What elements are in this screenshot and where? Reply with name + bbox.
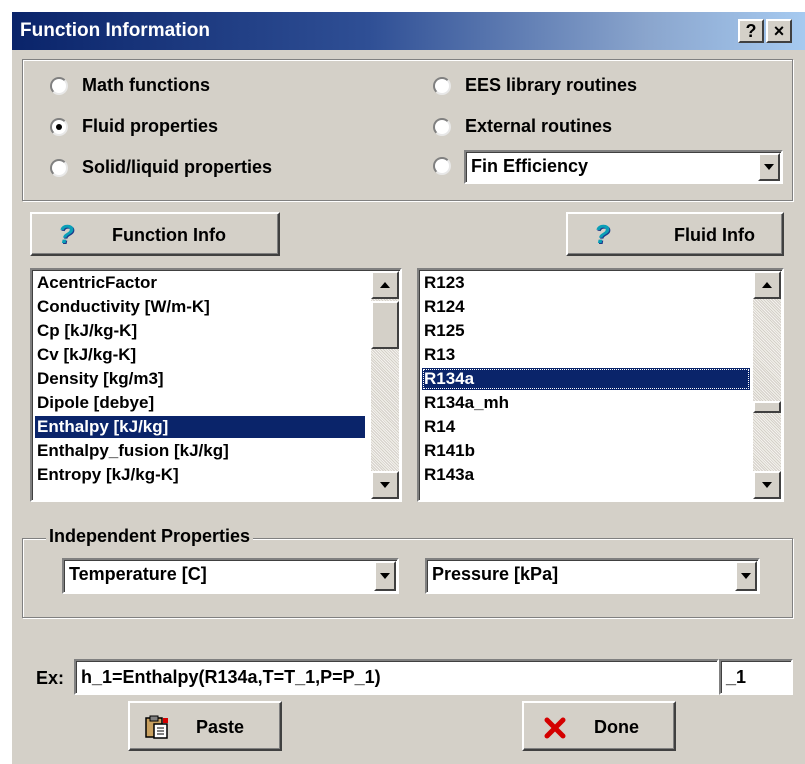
fluid-list-scrollbar[interactable] xyxy=(753,271,781,499)
radio-ees-library-routines[interactable]: EES library routines xyxy=(433,75,637,96)
list-item[interactable]: R141b xyxy=(424,440,475,462)
example-label: Ex: xyxy=(36,668,65,688)
list-item[interactable]: R134a_mh xyxy=(424,392,509,414)
function-list-scrollbar[interactable] xyxy=(371,271,399,499)
list-item[interactable]: R123 xyxy=(424,272,465,294)
radio-circle-selected xyxy=(50,117,68,136)
chevron-down-icon xyxy=(741,573,751,579)
routine-combo-dropdown-button[interactable] xyxy=(758,153,780,181)
red-x-icon xyxy=(544,717,566,739)
fluid-info-button[interactable]: ? Fluid Info xyxy=(566,212,784,256)
radio-label: Fluid properties xyxy=(82,116,219,136)
list-item[interactable]: Density [kg/m3] xyxy=(37,368,164,390)
radio-external-routines[interactable]: External routines xyxy=(433,116,612,137)
list-item[interactable]: AcentricFactor xyxy=(37,272,157,294)
chevron-down-icon xyxy=(380,573,390,579)
radio-routine-select[interactable] xyxy=(433,157,465,175)
independent-property-1-value: Temperature [C] xyxy=(69,564,207,584)
independent-property-1-combo[interactable]: Temperature [C] xyxy=(62,558,399,594)
radio-circle xyxy=(433,117,451,136)
function-information-dialog: Function Information ? × Math functions … xyxy=(12,12,805,764)
list-item-selected[interactable]: Enthalpy [kJ/kg] xyxy=(35,416,365,438)
chevron-down-icon xyxy=(380,482,390,488)
radio-label: Math functions xyxy=(82,75,210,95)
scroll-down-button[interactable] xyxy=(753,471,781,499)
radio-circle xyxy=(50,158,68,177)
done-label: Done xyxy=(594,717,639,737)
radio-label: External routines xyxy=(465,116,613,136)
radio-label: Solid/liquid properties xyxy=(82,157,273,177)
list-item[interactable]: Cp [kJ/kg-K] xyxy=(37,320,137,342)
chevron-down-icon xyxy=(762,482,772,488)
list-item[interactable]: Entropy [kJ/kg-K] xyxy=(37,464,179,486)
radio-circle xyxy=(433,157,451,175)
scroll-up-button[interactable] xyxy=(371,271,399,299)
paste-label: Paste xyxy=(196,717,245,737)
done-button[interactable]: Done xyxy=(522,701,676,751)
list-item[interactable]: R124 xyxy=(424,296,465,318)
independent-property-2-value: Pressure [kPa] xyxy=(432,564,559,584)
clipboard-paste-icon xyxy=(145,715,168,739)
radio-fluid-properties[interactable]: Fluid properties xyxy=(50,116,218,137)
list-item[interactable]: R143a xyxy=(424,464,474,486)
list-item[interactable]: R125 xyxy=(424,320,465,342)
chevron-up-icon xyxy=(762,282,772,288)
help-title-button[interactable]: ? xyxy=(738,19,764,43)
example-equation-text: h_1=Enthalpy(R134a,T=T_1,P=P_1) xyxy=(81,667,381,687)
fluid-list[interactable]: R123 R124 R125 R13 R134a R134a_mh R14 R1… xyxy=(417,268,784,502)
scroll-up-button[interactable] xyxy=(753,271,781,299)
example-suffix-text: _1 xyxy=(726,667,747,687)
function-list[interactable]: AcentricFactor Conductivity [W/m-K] Cp [… xyxy=(30,268,402,502)
close-title-button[interactable]: × xyxy=(766,19,792,43)
property-1-dropdown-button[interactable] xyxy=(374,561,396,591)
example-suffix-field[interactable]: _1 xyxy=(719,659,793,695)
chevron-down-icon xyxy=(764,164,774,170)
scroll-thumb[interactable] xyxy=(371,301,399,349)
list-item[interactable]: Dipole [debye] xyxy=(37,392,154,414)
list-item[interactable]: R13 xyxy=(424,344,455,366)
radio-circle xyxy=(50,76,68,95)
fluid-info-label: Fluid Info xyxy=(674,225,755,245)
paste-button[interactable]: Paste xyxy=(128,701,282,751)
example-equation-field[interactable]: h_1=Enthalpy(R134a,T=T_1,P=P_1) xyxy=(74,659,719,695)
window-title: Function Information xyxy=(20,20,210,41)
routine-combo[interactable]: Fin Efficiency xyxy=(464,150,783,184)
radio-label: EES library routines xyxy=(465,75,638,95)
list-item[interactable]: Enthalpy_fusion [kJ/kg] xyxy=(37,440,229,462)
independent-properties-label: Independent Properties xyxy=(46,526,254,547)
title-bar[interactable]: Function Information ? × xyxy=(12,12,805,50)
function-info-button[interactable]: ? Function Info xyxy=(30,212,280,256)
property-2-dropdown-button[interactable] xyxy=(735,561,757,591)
independent-property-2-combo[interactable]: Pressure [kPa] xyxy=(425,558,760,594)
scroll-thumb[interactable] xyxy=(753,401,781,413)
list-item[interactable]: R14 xyxy=(424,416,455,438)
list-item[interactable]: Cv [kJ/kg-K] xyxy=(37,344,136,366)
question-mark-icon: ? xyxy=(594,219,610,249)
radio-circle xyxy=(433,76,451,95)
radio-math-functions[interactable]: Math functions xyxy=(50,75,210,96)
radio-solid-liquid-properties[interactable]: Solid/liquid properties xyxy=(50,157,272,178)
question-mark-icon: ? xyxy=(58,219,74,249)
list-item-selected[interactable]: R134a xyxy=(422,368,750,390)
function-info-label: Function Info xyxy=(112,225,226,245)
scroll-down-button[interactable] xyxy=(371,471,399,499)
chevron-up-icon xyxy=(380,282,390,288)
routine-combo-value: Fin Efficiency xyxy=(471,156,589,176)
list-item[interactable]: Conductivity [W/m-K] xyxy=(37,296,210,318)
